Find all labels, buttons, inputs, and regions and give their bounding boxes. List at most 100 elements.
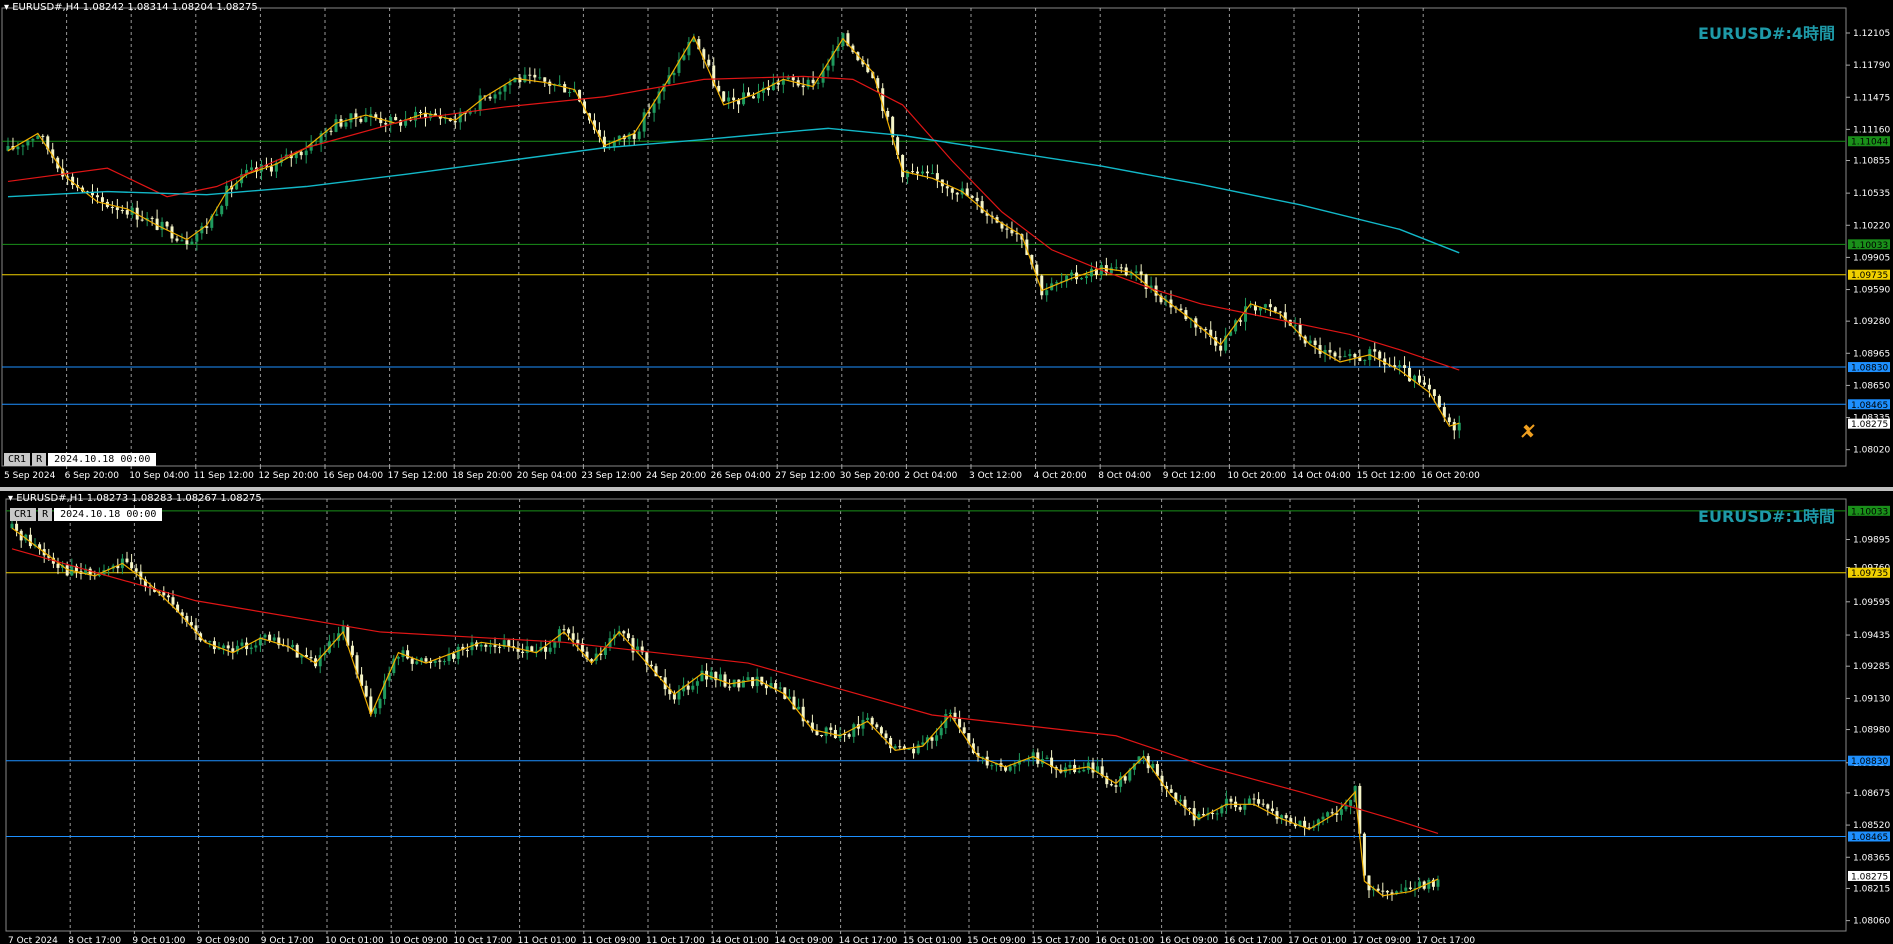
- candle-body: [700, 670, 704, 682]
- candle-body: [1045, 290, 1049, 296]
- candle-body: [134, 568, 138, 572]
- candle-body: [962, 727, 966, 734]
- candle-body: [553, 641, 557, 648]
- candle-body: [503, 85, 507, 92]
- r-button[interactable]: R: [38, 508, 53, 521]
- h4-chart-pane[interactable]: 5 Sep 2024 6 Sep 20:00 10 Sep 04:00 11 Sep …: [0, 0, 1893, 487]
- candle-body: [453, 121, 457, 123]
- candle-body: [378, 698, 382, 709]
- candle-body: [185, 240, 189, 245]
- current-price-label: 1.08275: [1851, 420, 1888, 430]
- candle-body: [948, 712, 952, 715]
- h1-timeframe-label: EURUSD#:1時間: [1698, 507, 1835, 526]
- cr1-button[interactable]: CR1: [4, 453, 31, 466]
- candle-body: [195, 233, 199, 242]
- candle-body: [442, 661, 446, 663]
- time-axis-label: 14 Oct 17:00: [839, 936, 898, 944]
- candle-body: [1333, 352, 1337, 357]
- time-axis-label: 5 Sep 2024: [4, 471, 56, 481]
- candle-body: [1013, 764, 1017, 767]
- h4-timestamp-field[interactable]: 2024.10.18 00:00: [48, 453, 157, 466]
- candle-body: [797, 706, 801, 710]
- time-axis-label: 18 Sep 20:00: [452, 471, 512, 481]
- candle-body: [1367, 875, 1371, 891]
- time-axis-label: 27 Sep 12:00: [775, 471, 835, 481]
- collapse-triangle-icon[interactable]: ▾: [4, 2, 9, 13]
- candle-body: [250, 167, 254, 170]
- candle-body: [452, 653, 456, 659]
- candle-body: [415, 661, 419, 664]
- candle-body: [1399, 890, 1403, 892]
- collapse-triangle-icon[interactable]: ▾: [8, 493, 13, 504]
- time-axis-label: 10 Oct 20:00: [1227, 471, 1286, 481]
- candle-body: [1284, 815, 1288, 819]
- time-axis-label: 11 Oct 09:00: [582, 936, 641, 944]
- candle-body: [898, 746, 902, 748]
- candle-body: [691, 685, 695, 690]
- h4-time-toolbar: CR1 R 2024.10.18 00:00: [4, 453, 157, 466]
- moving-average-fast: [11, 548, 1439, 834]
- candle-body: [1381, 890, 1385, 892]
- candle-body: [562, 629, 566, 631]
- candle-body: [1219, 345, 1223, 351]
- candle-body: [912, 748, 916, 754]
- candle-body: [533, 74, 537, 78]
- candle-body: [602, 136, 606, 149]
- candle-body: [1119, 267, 1123, 269]
- candle-body: [1139, 271, 1143, 275]
- time-axis-label: 17 Oct 01:00: [1288, 936, 1347, 944]
- candle-body: [622, 631, 626, 634]
- cr1-button[interactable]: CR1: [10, 508, 37, 521]
- time-axis-label: 10 Sep 04:00: [129, 471, 189, 481]
- candle-body: [478, 95, 482, 111]
- h1-chart-header: ▾ EURUSD#,H1 1.08273 1.08283 1.08267 1.0…: [8, 493, 262, 504]
- candle-body: [394, 117, 398, 121]
- h4-price-chart[interactable]: 5 Sep 2024 6 Sep 20:00 10 Sep 04:00 11 Sep …: [0, 0, 1893, 487]
- candle-body: [16, 146, 20, 150]
- satellite-icon[interactable]: [1519, 422, 1537, 440]
- price-axis-label: 1.08965: [1853, 349, 1890, 359]
- price-axis-label: 1.08650: [1853, 381, 1890, 391]
- candle-body: [677, 691, 681, 700]
- candle-body: [10, 523, 14, 529]
- candle-body: [1422, 382, 1426, 385]
- candle-body: [1008, 766, 1012, 771]
- candle-body: [1123, 776, 1127, 781]
- candle-body: [190, 241, 194, 245]
- candle-body: [410, 658, 414, 664]
- candle-body: [571, 633, 575, 640]
- candle-body: [488, 645, 492, 647]
- candle-body: [649, 664, 653, 667]
- candle-body: [925, 171, 929, 174]
- candle-body: [1344, 805, 1348, 810]
- time-axis-label: 24 Sep 20:00: [646, 471, 706, 481]
- candle-body: [1427, 384, 1431, 390]
- candle-body: [707, 59, 711, 66]
- candle-body: [727, 97, 731, 102]
- time-axis-label: 16 Oct 01:00: [1095, 936, 1154, 944]
- candle-body: [140, 219, 144, 221]
- candle-body: [1261, 803, 1265, 805]
- h1-price-chart[interactable]: 7 Oct 2024 8 Oct 17:00 9 Oct 01:00 9 Oct 09…: [0, 491, 1893, 944]
- candle-body: [1252, 798, 1256, 800]
- candle-body: [1273, 307, 1277, 312]
- candle-body: [364, 685, 368, 697]
- h4-symbol-ohlc: EURUSD#,H4 1.08242 1.08314 1.08204 1.082…: [12, 2, 258, 13]
- time-axis-label: 16 Sep 04:00: [323, 471, 383, 481]
- candle-body: [1040, 275, 1044, 296]
- r-button[interactable]: R: [32, 453, 47, 466]
- candle-body: [1353, 354, 1357, 358]
- candle-body: [590, 659, 594, 661]
- candle-body: [955, 192, 959, 195]
- candle-body: [567, 629, 571, 634]
- candle-body: [824, 727, 828, 736]
- h1-chart-pane[interactable]: 7 Oct 2024 8 Oct 17:00 9 Oct 01:00 9 Oct 09…: [0, 491, 1893, 944]
- candle-body: [1239, 320, 1243, 322]
- candle-body: [484, 644, 488, 647]
- h1-timestamp-field[interactable]: 2024.10.18 00:00: [54, 508, 163, 521]
- price-axis-label: 1.09435: [1853, 631, 1890, 641]
- candle-body: [1114, 267, 1118, 269]
- candle-body: [339, 119, 343, 127]
- candle-body: [359, 118, 363, 122]
- candle-body: [695, 681, 699, 686]
